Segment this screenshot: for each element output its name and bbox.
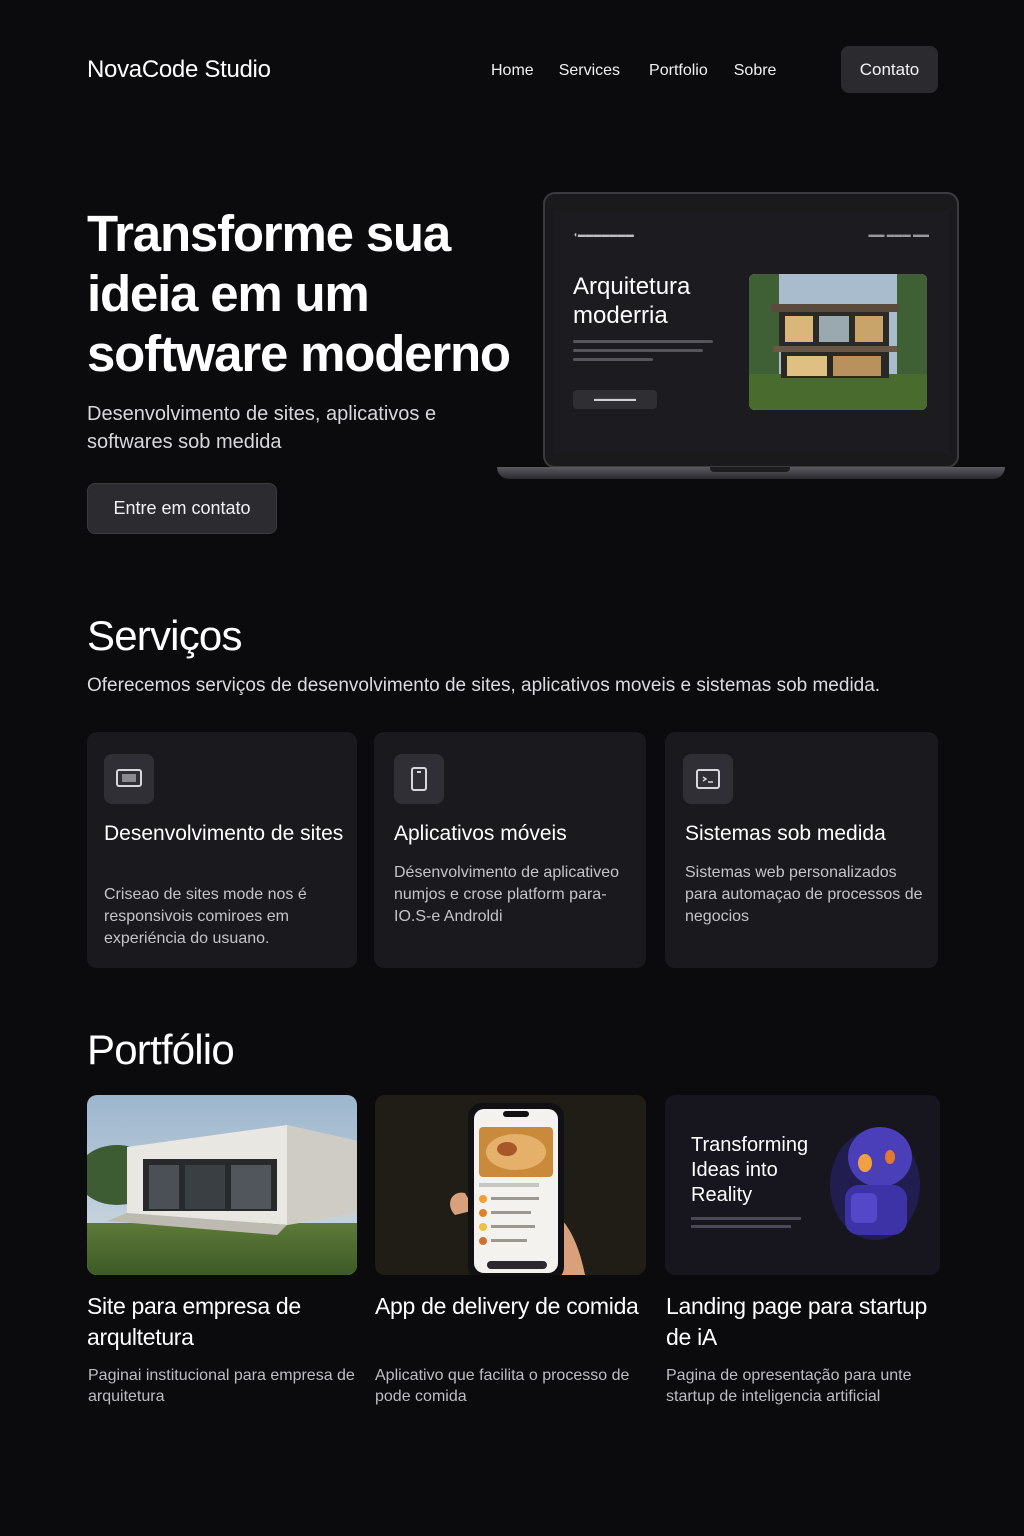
nav-home[interactable]: Home (491, 62, 534, 80)
ai-landing-headline: Transforming Ideas into Reality (691, 1134, 809, 1206)
service-card-title: Desenvolvimento de sites (104, 822, 344, 845)
portfolio-image-architecture[interactable] (87, 1095, 357, 1275)
service-card-desc: Criseao de sites mode nos é responsivois… (104, 886, 307, 947)
nav-portfolio[interactable]: Portfolio (649, 62, 708, 80)
monitor-icon (104, 754, 154, 804)
contact-button[interactable]: Contato (841, 46, 938, 93)
code-window-icon (683, 754, 733, 804)
mockup-text-lines (573, 340, 723, 367)
laptop-screen-content: ◖▬▬▬▬▬▬▬ ▬▬ ▬▬▬ ▬▬ Arquitetura moderria … (553, 210, 949, 454)
top-nav: NovaCode Studio Home Services Portfolio … (0, 0, 1024, 140)
portfolio-title: Portfólio (87, 1026, 235, 1073)
mockup-title: Arquitetura moderria (573, 273, 691, 329)
service-card-apps[interactable]: Aplicativos móveis Désenvolvimento de ap… (374, 732, 646, 968)
laptop-mockup: ◖▬▬▬▬▬▬▬ ▬▬ ▬▬▬ ▬▬ Arquitetura moderria … (543, 192, 959, 468)
services-subtitle: Oferecemos serviços de desenvolvimento d… (87, 675, 881, 696)
portfolio-item-desc: Pagina de opresentação para unte startup… (666, 1367, 912, 1405)
mockup-brand-blur: ◖▬▬▬▬▬▬▬ (573, 230, 634, 239)
mockup-button: ▬▬▬▬▬▬ (573, 390, 657, 409)
nav-services[interactable]: Services (559, 62, 620, 80)
service-card-systems[interactable]: Sistemas sob medida Sistemas web persona… (665, 732, 938, 968)
services-title: Serviços (87, 612, 242, 659)
mockup-house-image (749, 274, 927, 410)
portfolio-item-desc: Paginai institucional para empresa de ar… (88, 1367, 355, 1405)
hero-title: Transforme sua ideia em um software mode… (87, 205, 511, 382)
service-card-title: Sistemas sob medida (685, 822, 886, 845)
ai-landing-text-line (691, 1217, 801, 1220)
service-card-desc: Désenvolvimento de aplicativeo numjos e … (394, 864, 620, 925)
robot-icon (830, 1127, 920, 1240)
nav-links: Home Services Portfolio Sobre (491, 62, 776, 80)
portfolio-image-ai-landing[interactable]: Transforming Ideas into Reality (665, 1095, 940, 1275)
hero-cta-button[interactable]: Entre em contato (87, 483, 277, 534)
hero-subtitle: Desenvolvimento de sites, aplicativos e … (87, 403, 437, 453)
portfolio-item-title: App de delivery de comida (375, 1293, 639, 1319)
portfolio-item-title: Site para empresa de arqultetura (87, 1293, 301, 1350)
portfolio-item-desc: Aplicativo que facilita o processo de po… (375, 1367, 630, 1405)
portfolio-image-delivery-app[interactable] (375, 1095, 646, 1275)
mockup-nav-blur: ▬▬ ▬▬▬ ▬▬ (868, 230, 929, 239)
laptop-notch (710, 467, 790, 472)
ai-landing-text-line (691, 1225, 791, 1228)
nav-sobre[interactable]: Sobre (734, 62, 777, 80)
service-card-sites[interactable]: Desenvolvimento de sites Criseao de site… (87, 732, 357, 968)
service-card-title: Aplicativos móveis (394, 822, 567, 845)
portfolio-item-title: Landing page para startup de iA (666, 1293, 928, 1350)
service-card-desc: Sistemas web personalizados para automaç… (685, 864, 923, 925)
brand-logo[interactable]: NovaCode Studio (87, 56, 271, 84)
smartphone-icon (394, 754, 444, 804)
